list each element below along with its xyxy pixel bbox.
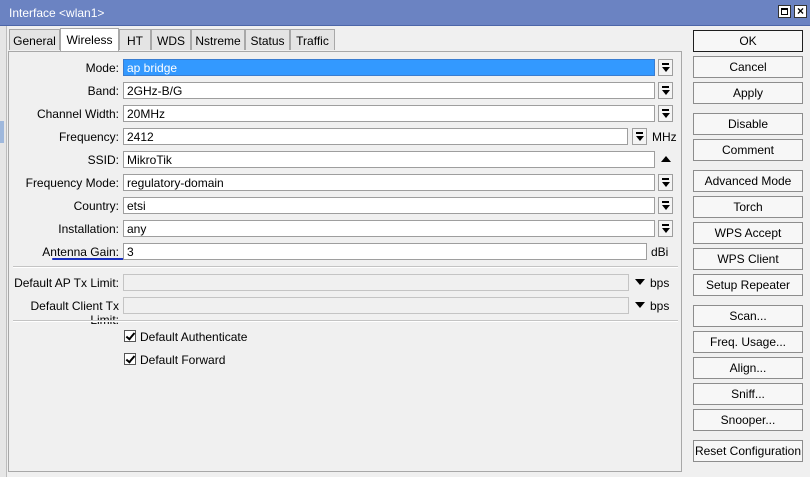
mode-dropdown-icon[interactable] — [658, 59, 673, 76]
window-title: Interface <wlan1> — [9, 6, 105, 20]
band-label: Band: — [87, 84, 119, 98]
country-label: Country: — [73, 199, 119, 213]
torch-button[interactable]: Torch — [693, 196, 803, 218]
tab-status[interactable]: Status — [245, 29, 290, 50]
tab-wds[interactable]: WDS — [151, 29, 191, 50]
default-forward-checkbox[interactable] — [124, 353, 136, 365]
freq-usage-button[interactable]: Freq. Usage... — [693, 331, 803, 353]
disable-button[interactable]: Disable — [693, 113, 803, 135]
sniff-button[interactable]: Sniff... — [693, 383, 803, 405]
default-ap-tx-limit-input[interactable] — [123, 274, 629, 291]
snooper-button[interactable]: Snooper... — [693, 409, 803, 431]
ok-button[interactable]: OK — [693, 30, 803, 52]
setup-repeater-button[interactable]: Setup Repeater — [693, 274, 803, 296]
background-highlight — [0, 121, 4, 143]
antenna-gain-label: Antenna Gain: — [42, 245, 119, 259]
frequency-unit: MHz — [652, 130, 677, 144]
antenna-gain-input[interactable]: 3 — [123, 243, 647, 260]
antenna-gain-unit: dBi — [651, 245, 669, 259]
title-bar: Interface <wlan1> × — [0, 0, 810, 26]
wps-client-button[interactable]: WPS Client — [693, 248, 803, 270]
tab-traffic[interactable]: Traffic — [290, 29, 335, 50]
tab-nstreme[interactable]: Nstreme — [191, 29, 245, 50]
installation-select[interactable]: any — [123, 220, 655, 237]
band-dropdown-icon[interactable] — [658, 82, 673, 99]
close-window-icon[interactable]: × — [794, 4, 807, 18]
comment-button[interactable]: Comment — [693, 139, 803, 161]
ssid-scroll-up-icon[interactable] — [661, 156, 671, 162]
channel-width-dropdown-icon[interactable] — [658, 105, 673, 122]
frequency-dropdown-icon[interactable] — [632, 128, 647, 145]
reset-configuration-button[interactable]: Reset Configuration — [693, 440, 803, 462]
wps-accept-button[interactable]: WPS Accept — [693, 222, 803, 244]
background-window-edge — [0, 26, 7, 477]
country-select[interactable]: etsi — [123, 197, 655, 214]
mode-select[interactable]: ap bridge — [123, 59, 655, 76]
default-authenticate-label: Default Authenticate — [140, 330, 248, 344]
ssid-label: SSID: — [87, 153, 119, 167]
tab-wireless[interactable]: Wireless — [60, 28, 119, 51]
default-authenticate-checkbox[interactable] — [124, 330, 136, 342]
default-ap-tx-limit-unit: bps — [650, 276, 670, 290]
channel-width-select[interactable]: 20MHz — [123, 105, 655, 122]
default-client-tx-limit-unit: bps — [650, 299, 670, 313]
section-divider — [13, 320, 678, 322]
installation-label: Installation: — [58, 222, 119, 236]
default-forward-label: Default Forward — [140, 353, 226, 367]
default-client-tx-limit-input[interactable] — [123, 297, 629, 314]
default-ap-tx-limit-dropdown-icon[interactable] — [635, 279, 645, 285]
frequency-label: Frequency: — [58, 130, 119, 144]
channel-width-label: Channel Width: — [36, 107, 119, 121]
ssid-input[interactable]: MikroTik — [123, 151, 655, 168]
mode-label: Mode: — [85, 61, 119, 75]
default-client-tx-limit-label: Default Client Tx Limit: — [30, 299, 119, 327]
installation-dropdown-icon[interactable] — [658, 220, 673, 237]
band-select[interactable]: 2GHz-B/G — [123, 82, 655, 99]
default-ap-tx-limit-label: Default AP Tx Limit: — [14, 276, 119, 290]
tab-general[interactable]: General — [9, 29, 60, 50]
advanced-mode-button[interactable]: Advanced Mode — [693, 170, 803, 192]
frequency-mode-label: Frequency Mode: — [25, 176, 119, 190]
align-button[interactable]: Align... — [693, 357, 803, 379]
frequency-mode-dropdown-icon[interactable] — [658, 174, 673, 191]
frequency-mode-select[interactable]: regulatory-domain — [123, 174, 655, 191]
cancel-button[interactable]: Cancel — [693, 56, 803, 78]
section-divider — [13, 266, 678, 268]
tab-ht[interactable]: HT — [119, 29, 151, 50]
scan-button[interactable]: Scan... — [693, 305, 803, 327]
frequency-select[interactable]: 2412 — [123, 128, 628, 145]
default-client-tx-limit-dropdown-icon[interactable] — [635, 302, 645, 308]
restore-window-icon[interactable] — [778, 5, 791, 18]
country-dropdown-icon[interactable] — [658, 197, 673, 214]
apply-button[interactable]: Apply — [693, 82, 803, 104]
